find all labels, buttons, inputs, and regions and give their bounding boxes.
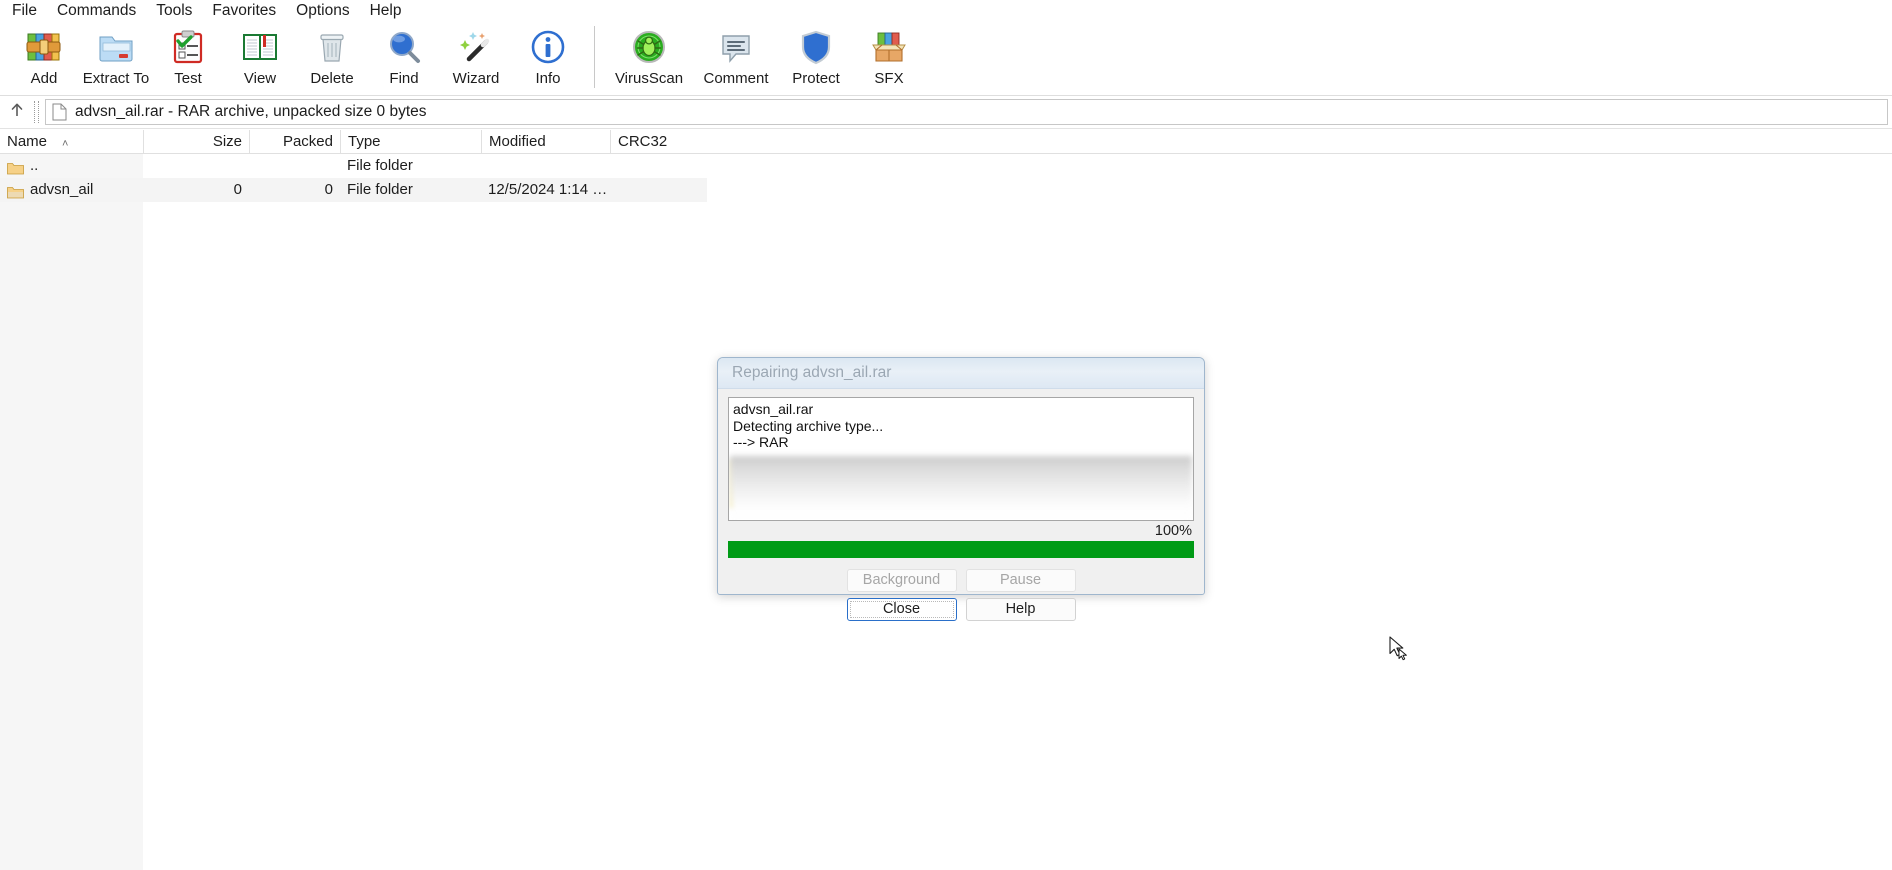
toolbar-button-add[interactable]: Add bbox=[8, 22, 80, 92]
log-line: ---> RAR bbox=[733, 434, 789, 450]
row-type-cell: File folder bbox=[347, 157, 413, 174]
toolbar-label-extract-to: Extract To bbox=[82, 70, 150, 87]
folder-icon bbox=[7, 183, 24, 199]
toolbar-label-wizard: Wizard bbox=[452, 70, 500, 87]
toolbar-button-delete[interactable]: Delete bbox=[296, 22, 368, 92]
file-list-rows: .. File folder advsn_ail 0 0 File folder bbox=[0, 154, 1892, 202]
toolbar-grip[interactable] bbox=[34, 101, 39, 123]
row-size-cell: 0 bbox=[233, 181, 242, 198]
file-list-left-panel bbox=[0, 154, 143, 870]
menu-item-commands[interactable]: Commands bbox=[47, 0, 146, 22]
find-magnifier-icon bbox=[384, 27, 424, 67]
column-header-name-label: Name bbox=[7, 133, 48, 150]
row-name-text: .. bbox=[30, 157, 39, 174]
repair-log-box[interactable]: advsn_ail.rar Detecting archive type... … bbox=[728, 397, 1194, 521]
close-button[interactable]: Close bbox=[846, 598, 957, 621]
toolbar-label-comment: Comment bbox=[703, 70, 769, 87]
delete-trash-icon bbox=[312, 27, 352, 67]
column-header-size[interactable]: Size bbox=[143, 130, 249, 153]
progress-bar-fill bbox=[728, 541, 1194, 558]
toolbar-button-wizard[interactable]: Wizard bbox=[440, 22, 512, 92]
extract-folder-icon bbox=[96, 27, 136, 67]
comment-bubble-icon bbox=[716, 27, 756, 67]
toolbar-button-test[interactable]: Test bbox=[152, 22, 224, 92]
progress-bar bbox=[728, 541, 1194, 558]
toolbar-label-delete: Delete bbox=[310, 70, 354, 87]
dialog-button-row-bottom: Close Help bbox=[728, 598, 1194, 621]
dialog-body: advsn_ail.rar Detecting archive type... … bbox=[718, 389, 1204, 621]
sort-ascending-icon: ˄ bbox=[62, 138, 69, 150]
row-name-text: advsn_ail bbox=[30, 181, 94, 198]
view-book-icon bbox=[240, 27, 280, 67]
column-header-type[interactable]: Type bbox=[340, 130, 481, 153]
toolbar-button-sfx[interactable]: SFX bbox=[853, 22, 925, 92]
column-header-crc32[interactable]: CRC32 bbox=[610, 130, 706, 153]
table-row[interactable]: .. File folder bbox=[0, 154, 1892, 178]
row-name-cell: .. bbox=[0, 154, 143, 178]
info-circle-icon bbox=[528, 27, 568, 67]
row-name-cell: advsn_ail bbox=[0, 178, 143, 202]
menu-item-file[interactable]: File bbox=[2, 0, 47, 22]
help-button[interactable]: Help bbox=[965, 598, 1076, 621]
toolbar-label-add: Add bbox=[30, 70, 58, 87]
log-line: Detecting archive type... bbox=[733, 417, 884, 434]
toolbar-label-virusscan: VirusScan bbox=[614, 70, 684, 87]
test-clipboard-icon bbox=[168, 27, 208, 67]
toolbar-button-virusscan[interactable]: VirusScan bbox=[605, 22, 693, 92]
menu-item-favorites[interactable]: Favorites bbox=[202, 0, 286, 22]
menu-item-tools[interactable]: Tools bbox=[146, 0, 202, 22]
toolbar-button-protect[interactable]: Protect bbox=[779, 22, 853, 92]
toolbar-button-find[interactable]: Find bbox=[368, 22, 440, 92]
toolbar-button-comment[interactable]: Comment bbox=[693, 22, 779, 92]
mouse-pointer-icon bbox=[1389, 636, 1411, 662]
toolbar-label-sfx: SFX bbox=[874, 70, 904, 87]
table-row[interactable]: advsn_ail 0 0 File folder 12/5/2024 1:14… bbox=[0, 178, 707, 202]
toolbar-label-find: Find bbox=[389, 70, 419, 87]
dialog-button-row-top: Background Pause bbox=[728, 569, 1194, 592]
column-header-packed[interactable]: Packed bbox=[249, 130, 340, 153]
up-arrow-icon bbox=[8, 101, 26, 124]
pause-button[interactable]: Pause bbox=[965, 569, 1076, 592]
menu-item-options[interactable]: Options bbox=[286, 0, 359, 22]
toolbar-separator bbox=[594, 26, 595, 88]
file-list-header: Name ˄ Size Packed Type Modified CRC32 bbox=[0, 130, 1892, 154]
wizard-wand-icon bbox=[456, 27, 496, 67]
address-text: advsn_ail.rar - RAR archive, unpacked si… bbox=[75, 103, 427, 120]
repairing-dialog: Repairing advsn_ail.rar advsn_ail.rar De… bbox=[717, 357, 1205, 621]
row-packed-cell: 0 bbox=[324, 181, 333, 198]
background-button[interactable]: Background bbox=[846, 569, 957, 592]
toolbar-label-protect: Protect bbox=[792, 70, 840, 87]
dialog-title-text: Repairing advsn_ail.rar bbox=[732, 364, 892, 381]
column-header-name[interactable]: Name ˄ bbox=[0, 130, 143, 153]
toolbar-label-view: View bbox=[243, 70, 277, 87]
row-type-cell: File folder bbox=[347, 181, 413, 198]
menu-bar: File Commands Tools Favorites Options He… bbox=[0, 0, 1892, 22]
toolbar-button-extract-to[interactable]: Extract To bbox=[80, 22, 152, 92]
winrar-window: File Commands Tools Favorites Options He… bbox=[0, 0, 1892, 870]
protect-shield-icon bbox=[796, 27, 836, 67]
row-modified-cell: 12/5/2024 1:14 … bbox=[488, 181, 608, 198]
virusscan-bug-icon bbox=[629, 27, 669, 67]
address-combobox[interactable]: advsn_ail.rar - RAR archive, unpacked si… bbox=[45, 99, 1888, 125]
toolbar: Add Extract To Test View Delete Find Wiz… bbox=[0, 22, 1892, 96]
toolbar-button-view[interactable]: View bbox=[224, 22, 296, 92]
progress-percent-label: 100% bbox=[1154, 523, 1192, 539]
address-bar: advsn_ail.rar - RAR archive, unpacked si… bbox=[0, 96, 1892, 129]
column-header-modified[interactable]: Modified bbox=[481, 130, 610, 153]
file-document-icon bbox=[52, 103, 67, 121]
log-redacted-region bbox=[730, 456, 1192, 520]
up-one-level-button[interactable] bbox=[0, 97, 34, 127]
folder-icon bbox=[7, 159, 24, 175]
log-redacted-edge bbox=[730, 460, 733, 508]
add-archive-icon bbox=[24, 27, 64, 67]
toolbar-label-test: Test bbox=[174, 70, 202, 87]
toolbar-button-info[interactable]: Info bbox=[512, 22, 584, 92]
toolbar-label-info: Info bbox=[535, 70, 561, 87]
sfx-box-icon bbox=[869, 27, 909, 67]
progress-percent-row: 100% bbox=[728, 521, 1194, 541]
log-line: advsn_ail.rar bbox=[733, 401, 814, 417]
menu-item-help[interactable]: Help bbox=[360, 0, 412, 22]
dialog-title-bar[interactable]: Repairing advsn_ail.rar bbox=[718, 358, 1204, 389]
